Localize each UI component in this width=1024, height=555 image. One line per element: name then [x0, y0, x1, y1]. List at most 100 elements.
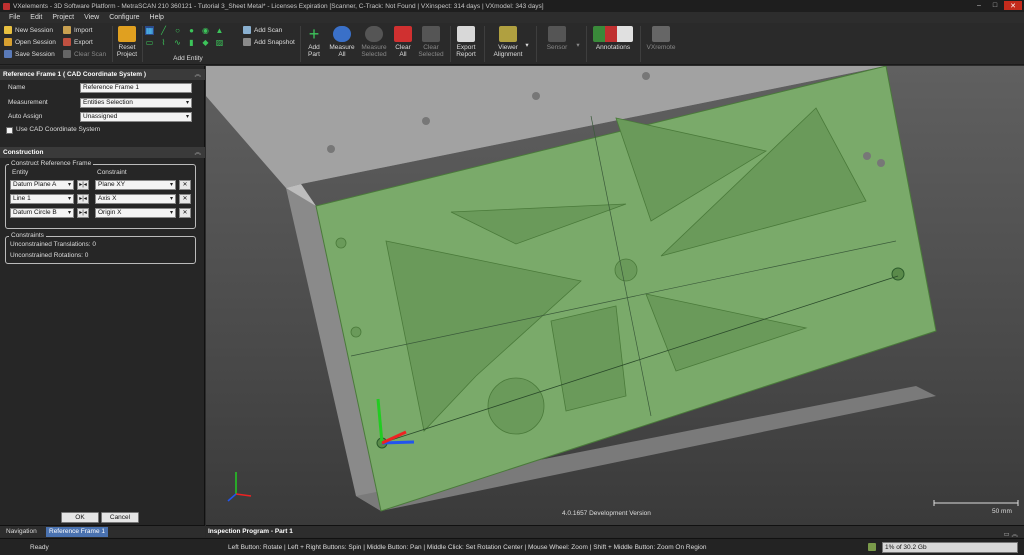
ribbon-separator: [586, 26, 587, 62]
unconstrained-rotations: Unconstrained Rotations: 0: [10, 252, 89, 259]
unconstrained-translations: Unconstrained Translations: 0: [10, 241, 96, 248]
construct-group-title: Construct Reference Frame: [9, 160, 94, 167]
collapse-icon[interactable]: ︽: [195, 147, 202, 158]
chevron-down-icon: ▾: [67, 210, 71, 216]
reset-project-button[interactable]: Reset Project: [114, 26, 140, 58]
chevron-down-icon: ▾: [169, 182, 173, 188]
sensor-button[interactable]: Sensor: [540, 26, 574, 51]
name-input[interactable]: Reference Frame 1: [80, 83, 192, 93]
plane-entity-icon[interactable]: ▦: [145, 26, 154, 35]
new-session-icon: [4, 26, 12, 34]
section-entity-icon[interactable]: ▨: [215, 38, 224, 47]
add-part-button[interactable]: + Add Part: [302, 24, 326, 58]
auto-assign-select[interactable]: Unassigned ▾: [80, 112, 192, 122]
cancel-button[interactable]: Cancel: [101, 512, 139, 523]
properties-panel: Reference Frame 1 ( CAD Coordinate Syste…: [0, 66, 205, 525]
curve-entity-icon[interactable]: ∿: [173, 38, 182, 47]
open-session-button[interactable]: Open Session: [4, 38, 56, 46]
ok-button[interactable]: OK: [61, 512, 99, 523]
cylinder-entity-icon[interactable]: ▮: [187, 38, 196, 47]
status-ready: Ready: [30, 544, 49, 551]
plus-icon: +: [308, 24, 320, 44]
construction-header[interactable]: Construction ︽: [0, 147, 205, 158]
tab-reference-frame[interactable]: Reference Frame 1: [46, 527, 108, 537]
clear-selected-icon: [422, 26, 440, 42]
reference-frame-header[interactable]: Reference Frame 1 ( CAD Coordinate Syste…: [0, 69, 205, 80]
add-snapshot-button[interactable]: Add Snapshot: [243, 38, 295, 46]
entity-column-header: Entity: [12, 169, 29, 176]
mouse-hints: Left Button: Rotate | Left + Right Butto…: [228, 544, 707, 551]
menu-project[interactable]: Project: [47, 14, 79, 21]
annotations-button[interactable]: Annotations: [590, 26, 636, 51]
constraint-select-2[interactable]: Axis X ▾: [95, 194, 176, 204]
remove-row-button-2[interactable]: ✕: [179, 194, 191, 204]
version-label: 4.0.1657 Development Version: [562, 510, 651, 517]
measure-all-icon: [333, 26, 351, 42]
tab-navigation[interactable]: Navigation: [3, 527, 40, 537]
sensor-dropdown-icon[interactable]: ▾: [574, 41, 582, 49]
window-title: VXelements - 3D Software Platform - Metr…: [13, 2, 544, 10]
new-session-button[interactable]: New Session: [4, 26, 53, 34]
menu-configure[interactable]: Configure: [104, 14, 144, 21]
ribbon-separator: [142, 26, 143, 62]
menu-help[interactable]: Help: [145, 14, 169, 21]
minimize-button[interactable]: –: [972, 1, 986, 10]
sphere-entity-icon[interactable]: ◉: [201, 26, 210, 35]
small-hole: [335, 237, 347, 249]
datum-circle-b[interactable]: [891, 267, 905, 281]
point-entity-icon[interactable]: ●: [187, 26, 196, 35]
constraint-select-3[interactable]: Origin X ▾: [95, 208, 176, 218]
auto-assign-label: Auto Assign: [8, 113, 43, 120]
cone-entity-icon[interactable]: ▲: [215, 26, 224, 35]
measurement-select[interactable]: Entities Selection ▾: [80, 98, 192, 108]
entity-select-3[interactable]: Datum Circle B ▾: [10, 208, 74, 218]
link-entity-button-1[interactable]: ▸|◂: [77, 180, 89, 190]
chevron-down-icon: ▾: [185, 100, 189, 106]
menu-file[interactable]: File: [4, 14, 25, 21]
report-icon: [457, 26, 475, 42]
entity-select-2[interactable]: Line 1 ▾: [10, 194, 74, 204]
menu-view[interactable]: View: [79, 14, 104, 21]
ribbon-separator: [484, 26, 485, 62]
collapse-icon[interactable]: ︽: [195, 69, 202, 80]
scale-label: 50 mm: [992, 508, 1012, 515]
save-session-button[interactable]: Save Session: [4, 50, 55, 58]
circle-entity-icon[interactable]: ○: [173, 26, 182, 35]
add-scan-button[interactable]: Add Scan: [243, 26, 282, 34]
export-report-button[interactable]: Export Report: [452, 26, 480, 58]
view-triad-z: [227, 493, 237, 502]
flange-hole: [642, 72, 650, 80]
constraint-select-1[interactable]: Plane XY ▾: [95, 180, 176, 190]
vxremote-button[interactable]: VXremote: [644, 26, 678, 51]
remove-row-button-3[interactable]: ✕: [179, 208, 191, 218]
inspection-program-bar[interactable]: Inspection Program - Part 1 ▭ ︽: [206, 525, 1024, 538]
link-entity-button-3[interactable]: ▸|◂: [77, 208, 89, 218]
ribbon-separator: [536, 26, 537, 62]
polyline-entity-icon[interactable]: ⌇: [159, 38, 168, 47]
menu-edit[interactable]: Edit: [25, 14, 47, 21]
viewer-alignment-dropdown-icon[interactable]: ▾: [523, 41, 531, 49]
link-entity-button-2[interactable]: ▸|◂: [77, 194, 89, 204]
measure-selected-button[interactable]: Measure Selected: [358, 26, 390, 58]
maximize-button[interactable]: □: [988, 1, 1002, 10]
import-button[interactable]: Import: [63, 26, 92, 34]
status-bar: Ready Left Button: Rotate | Left + Right…: [0, 538, 1024, 555]
annotations-icon: [593, 26, 633, 42]
ribbon-toolbar: New Session Open Session Save Session Im…: [0, 23, 1024, 65]
clear-scan-button[interactable]: Clear Scan: [63, 50, 106, 58]
chevron-down-icon: ▾: [169, 196, 173, 202]
inspection-panel-controls[interactable]: ▭ ︽: [1004, 528, 1018, 538]
line-entity-icon[interactable]: ╱: [159, 26, 168, 35]
export-button[interactable]: Export: [63, 38, 93, 46]
surface-entity-icon[interactable]: ◆: [201, 38, 210, 47]
entity-select-1[interactable]: Datum Plane A ▾: [10, 180, 74, 190]
use-cad-checkbox[interactable]: [6, 127, 13, 134]
close-button[interactable]: ✕: [1004, 1, 1022, 10]
remove-row-button-1[interactable]: ✕: [179, 180, 191, 190]
measure-all-button[interactable]: Measure All: [328, 26, 356, 58]
clear-all-button[interactable]: Clear All: [392, 26, 414, 58]
constraint-column-header: Constraint: [97, 169, 127, 176]
clear-selected-button[interactable]: Clear Selected: [416, 26, 446, 58]
slot-entity-icon[interactable]: ▭: [145, 38, 154, 47]
3d-viewport[interactable]: 4.0.1657 Development Version 50 mm: [206, 66, 1024, 525]
